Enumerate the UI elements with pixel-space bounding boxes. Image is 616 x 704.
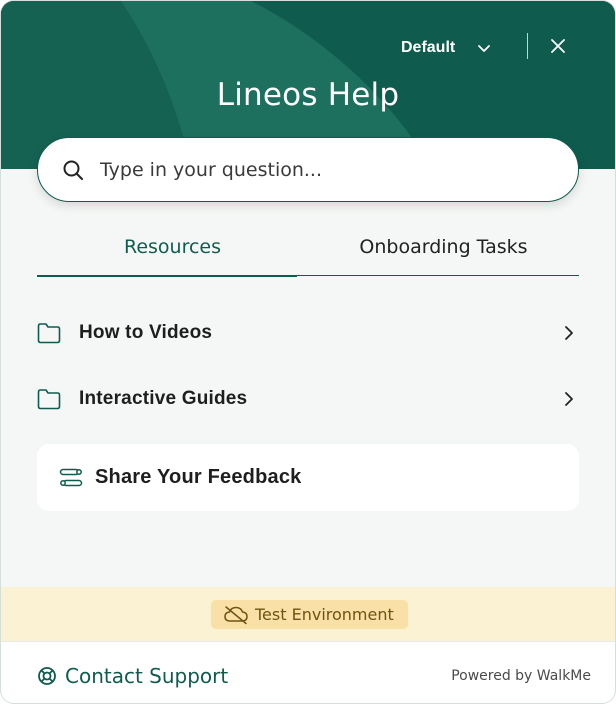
lifebuoy-icon [37,666,57,686]
search-input[interactable] [98,157,542,182]
feedback-label: Share Your Feedback [95,466,302,488]
feedback-icon [59,468,83,488]
environment-label: Test Environment [255,605,394,624]
environment-badge: Test Environment [211,600,408,629]
chevron-down-icon [477,41,491,55]
contact-support-label: Contact Support [65,664,229,688]
close-icon [550,38,566,54]
search-icon [62,159,84,181]
language-label: Default [401,39,456,56]
tab-bar: Resources Onboarding Tasks [37,229,579,277]
header-divider [527,33,528,59]
tab-onboarding-tasks[interactable]: Onboarding Tasks [308,229,579,275]
close-button[interactable] [547,35,569,57]
folder-icon [37,322,61,344]
resource-label: How to Videos [79,322,213,343]
widget-title: Lineos Help [216,77,400,113]
footer: Contact Support Powered by WalkMe [1,641,615,703]
tab-resources[interactable]: Resources [37,229,308,275]
share-feedback-button[interactable]: Share Your Feedback [37,444,579,511]
chevron-right-icon [563,325,575,341]
powered-by-text: Powered by WalkMe [451,668,591,684]
help-widget: Default Lineos Help Resources Onboarding… [0,0,616,704]
resource-item-interactive-guides[interactable]: Interactive Guides [37,379,579,419]
folder-icon [37,388,61,410]
contact-support-link[interactable]: Contact Support [37,664,228,688]
environment-banner: Test Environment [1,587,615,641]
resource-label: Interactive Guides [79,388,248,409]
cloud-off-icon [223,605,249,625]
resource-item-how-to-videos[interactable]: How to Videos [37,313,579,353]
language-selector[interactable]: Default [401,37,491,59]
active-tab-indicator [37,275,297,277]
chevron-right-icon [563,391,575,407]
search-box[interactable] [37,137,579,202]
